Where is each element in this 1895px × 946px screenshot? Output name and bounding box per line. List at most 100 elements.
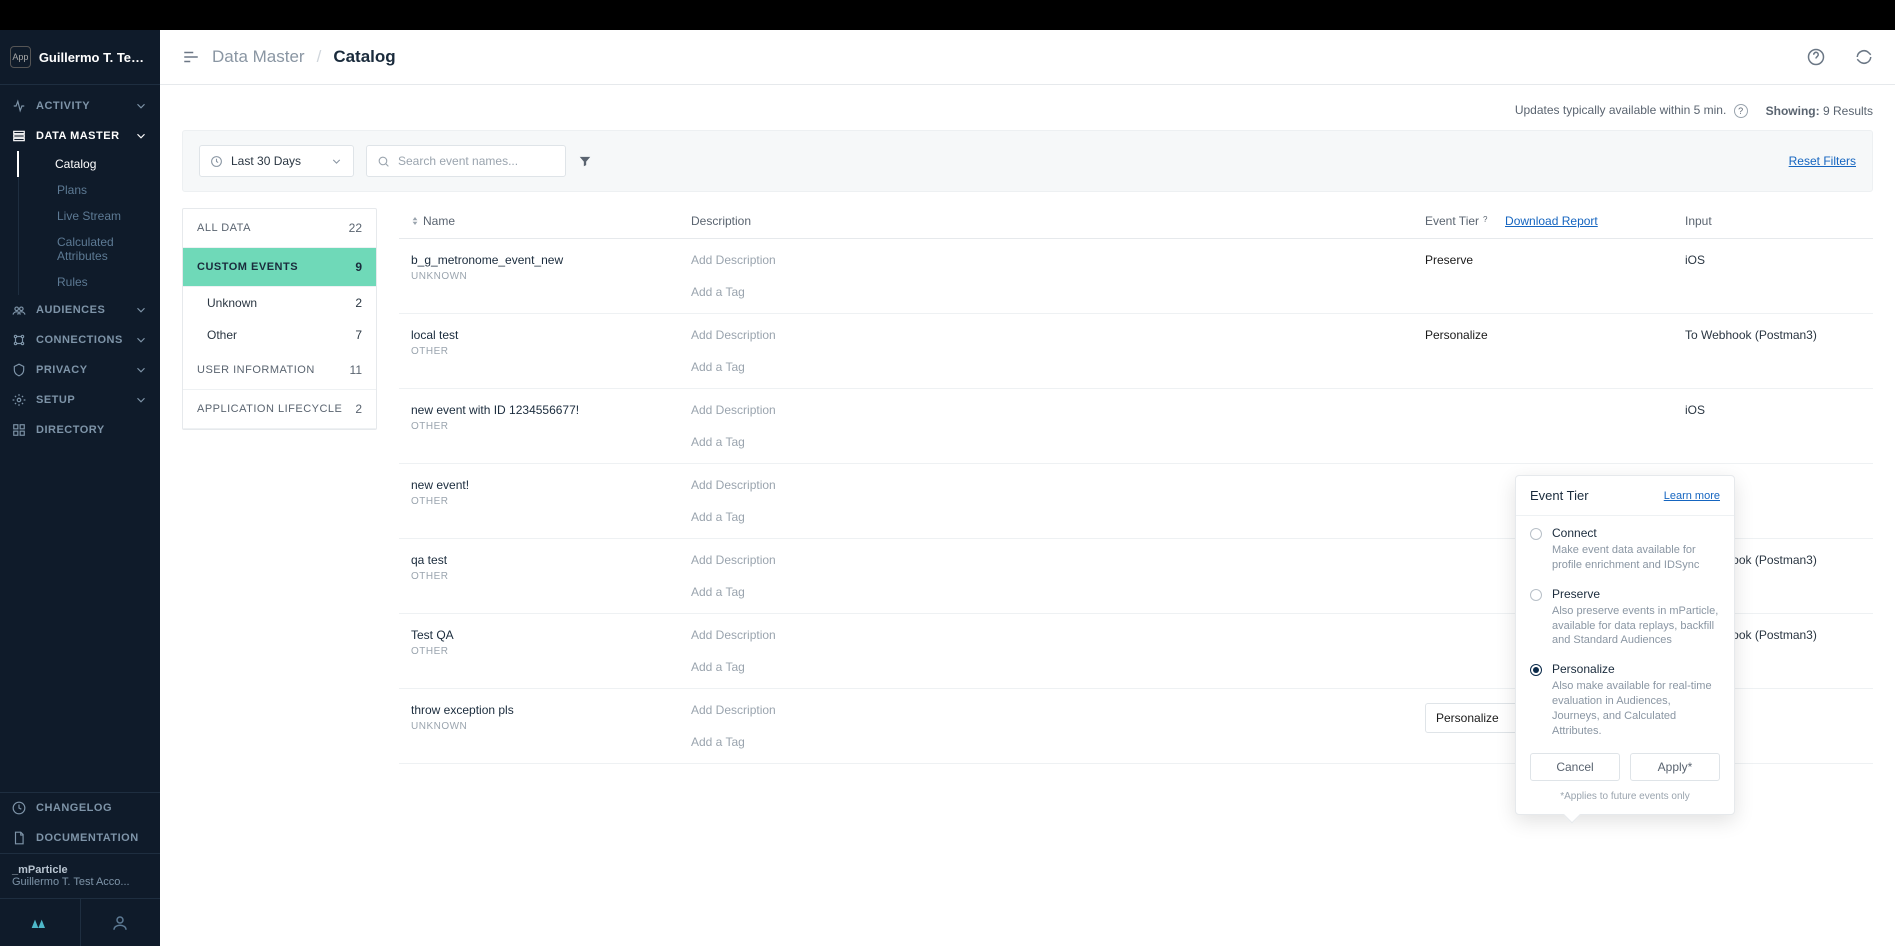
workspace-switcher[interactable]: App Guillermo T. Test ... [0, 30, 160, 85]
setup-icon [12, 393, 26, 407]
add-description[interactable]: Add Description [691, 328, 776, 342]
add-tag[interactable]: Add a Tag [691, 735, 1401, 749]
subcategory-other[interactable]: Other7 [183, 319, 376, 351]
popover-note: *Applies to future events only [1516, 791, 1734, 814]
search-input[interactable] [398, 154, 555, 168]
apply-button[interactable]: Apply* [1630, 753, 1720, 781]
nav-privacy[interactable]: PRIVACY [0, 355, 160, 385]
add-tag[interactable]: Add a Tag [691, 285, 1401, 299]
subnav-catalog[interactable]: Catalog [17, 151, 160, 177]
col-name[interactable]: Name [399, 214, 679, 228]
event-type: OTHER [411, 346, 667, 357]
filter-icon[interactable] [578, 154, 592, 168]
search-input-wrap[interactable] [366, 145, 566, 177]
add-description[interactable]: Add Description [691, 628, 776, 642]
subnav-live-stream[interactable]: Live Stream [19, 203, 160, 229]
input-value: iOS [1673, 403, 1873, 449]
nav-documentation[interactable]: DOCUMENTATION [0, 823, 160, 853]
tier-option-personalize[interactable]: PersonalizeAlso make available for real-… [1516, 652, 1734, 742]
chevron-down-icon [134, 393, 148, 407]
tier-option-preserve[interactable]: PreserveAlso preserve events in mParticl… [1516, 577, 1734, 653]
add-description[interactable]: Add Description [691, 253, 776, 267]
sort-icon [411, 217, 419, 225]
chevron-down-icon [134, 129, 148, 143]
filter-bar: Last 30 Days Reset Filters [182, 130, 1873, 192]
date-range-label: Last 30 Days [231, 154, 301, 168]
add-description[interactable]: Add Description [691, 478, 776, 492]
privacy-icon [12, 363, 26, 377]
account-block[interactable]: _mParticle Guillermo T. Test Acco... [0, 853, 160, 898]
add-tag[interactable]: Add a Tag [691, 510, 1401, 524]
connections-icon [12, 333, 26, 347]
nav-data-master[interactable]: DATA MASTER [0, 121, 160, 151]
category-user-information[interactable]: USER INFORMATION11 [183, 351, 376, 390]
date-range-dropdown[interactable]: Last 30 Days [199, 145, 354, 177]
changelog-icon [12, 801, 26, 815]
event-name[interactable]: new event! [411, 478, 667, 492]
event-type: OTHER [411, 496, 667, 507]
top-black-bar [0, 0, 1895, 30]
category-all-data[interactable]: ALL DATA22 [183, 209, 376, 248]
table-row: new event with ID 1234556677! OTHER Add De… [399, 389, 1873, 464]
subnav-rules[interactable]: Rules [19, 269, 160, 295]
event-type: OTHER [411, 646, 667, 657]
add-description[interactable]: Add Description [691, 703, 776, 717]
popover-title: Event Tier [1530, 488, 1589, 503]
event-name[interactable]: local test [411, 328, 667, 342]
user-icon[interactable] [80, 899, 161, 946]
add-tag[interactable]: Add a Tag [691, 435, 1401, 449]
collapse-icon[interactable] [182, 48, 200, 66]
subcategory-unknown[interactable]: Unknown2 [183, 287, 376, 319]
event-type: UNKNOWN [411, 271, 667, 282]
add-tag[interactable]: Add a Tag [691, 660, 1401, 674]
breadcrumb-parent[interactable]: Data Master [212, 47, 305, 67]
event-type: OTHER [411, 421, 667, 432]
add-tag[interactable]: Add a Tag [691, 585, 1401, 599]
col-input[interactable]: Input [1673, 214, 1873, 228]
subnav-plans[interactable]: Plans [19, 177, 160, 203]
chevron-down-icon [134, 99, 148, 113]
datamaster-icon [12, 129, 26, 143]
event-name[interactable]: b_g_metronome_event_new [411, 253, 667, 267]
tier-value: Personalize [1425, 328, 1488, 342]
subnav-calculated-attributes[interactable]: Calculated Attributes [19, 229, 160, 269]
radio-icon [1530, 528, 1542, 540]
info-icon[interactable]: ? [1734, 104, 1748, 118]
info-icon[interactable]: ? [1483, 215, 1495, 227]
add-description[interactable]: Add Description [691, 403, 776, 417]
nav-changelog[interactable]: CHANGELOG [0, 793, 160, 823]
download-report-link[interactable]: Download Report [1505, 214, 1598, 228]
brand-icon[interactable] [0, 899, 80, 946]
nav-connections[interactable]: CONNECTIONS [0, 325, 160, 355]
chevron-down-icon [330, 155, 343, 168]
refresh-icon[interactable] [1855, 48, 1873, 66]
nav-directory[interactable]: DIRECTORY [0, 415, 160, 445]
audiences-icon [12, 303, 26, 317]
input-value: iOS [1673, 253, 1873, 299]
add-description[interactable]: Add Description [691, 553, 776, 567]
event-name[interactable]: new event with ID 1234556677! [411, 403, 667, 417]
add-tag[interactable]: Add a Tag [691, 360, 1401, 374]
col-description[interactable]: Description [679, 214, 1413, 228]
breadcrumb-sep: / [317, 47, 322, 67]
account-org: _mParticle [12, 864, 148, 876]
tier-value: Preserve [1425, 253, 1473, 267]
chevron-down-icon [134, 363, 148, 377]
help-icon[interactable] [1807, 48, 1825, 66]
nav-setup[interactable]: SETUP [0, 385, 160, 415]
chevron-down-icon [134, 333, 148, 347]
event-name[interactable]: throw exception pls [411, 703, 667, 717]
nav-activity[interactable]: ACTIVITY [0, 91, 160, 121]
activity-icon [12, 99, 26, 113]
category-application-lifecycle[interactable]: APPLICATION LIFECYCLE2 [183, 390, 376, 429]
clock-icon [210, 155, 223, 168]
event-name[interactable]: Test QA [411, 628, 667, 642]
event-name[interactable]: qa test [411, 553, 667, 567]
radio-icon [1530, 664, 1542, 676]
cancel-button[interactable]: Cancel [1530, 753, 1620, 781]
category-custom-events[interactable]: CUSTOM EVENTS9 [183, 248, 376, 287]
tier-option-connect[interactable]: ConnectMake event data available for pro… [1516, 516, 1734, 577]
learn-more-link[interactable]: Learn more [1664, 490, 1720, 502]
nav-audiences[interactable]: AUDIENCES [0, 295, 160, 325]
reset-filters-link[interactable]: Reset Filters [1789, 154, 1856, 168]
